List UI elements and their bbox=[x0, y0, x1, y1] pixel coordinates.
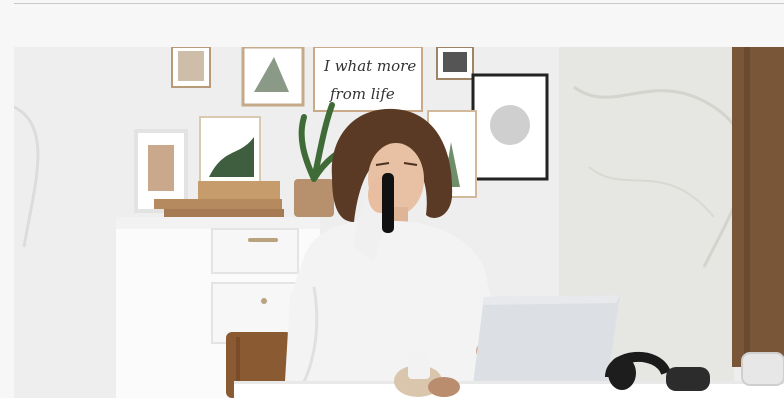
poster-line-2: from life bbox=[329, 85, 395, 103]
top-divider bbox=[14, 3, 784, 4]
poster-line-1: I what more bbox=[323, 57, 416, 75]
hero-illustration: I what more from life bbox=[14, 47, 784, 398]
hero-image: I what more from life bbox=[14, 47, 784, 398]
